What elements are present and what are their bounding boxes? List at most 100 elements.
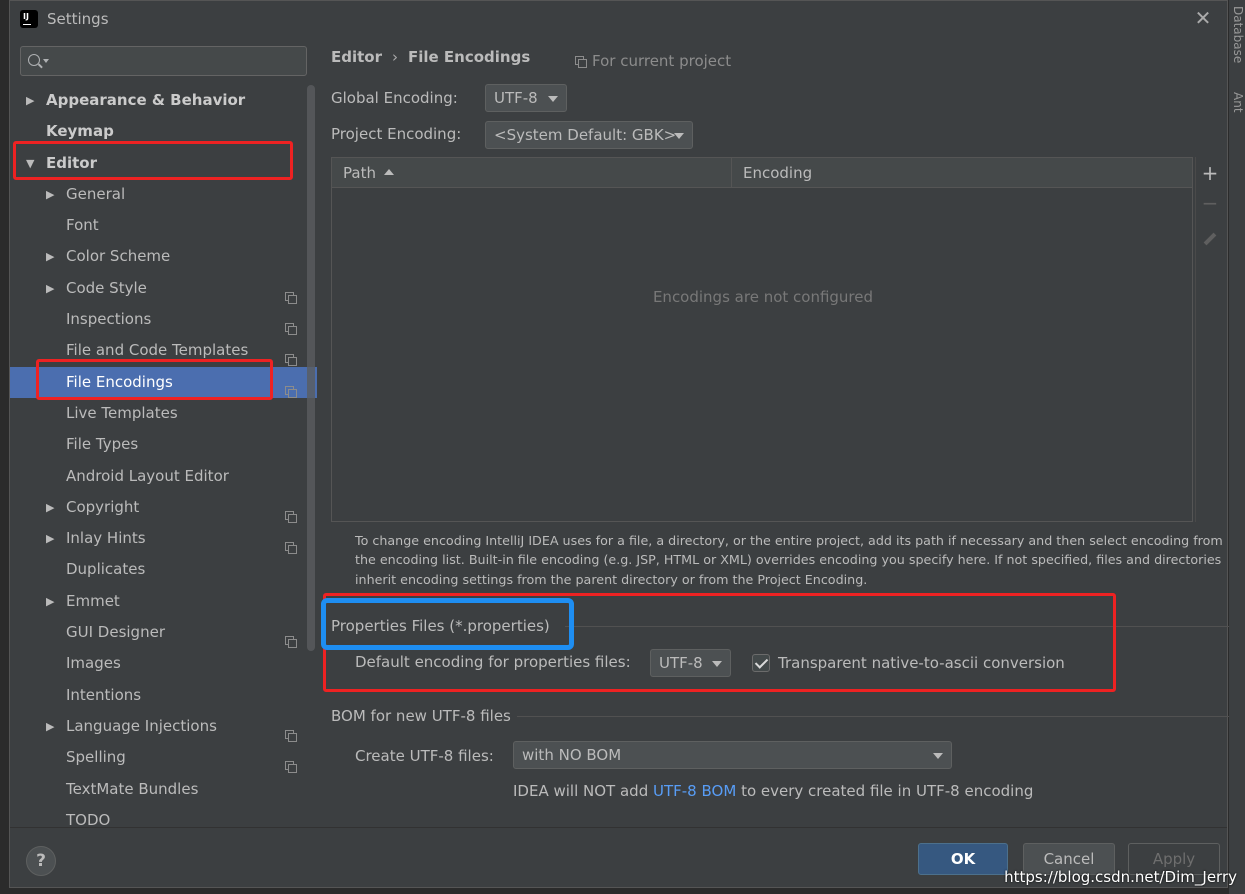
sidebar-item-label: Copyright xyxy=(66,497,140,516)
scope-note-text: For current project xyxy=(592,52,732,70)
sidebar-item-label: File and Code Templates xyxy=(66,341,249,360)
section-divider xyxy=(565,626,1229,627)
project-scope-icon xyxy=(285,314,297,336)
remove-icon[interactable]: − xyxy=(1198,191,1222,215)
project-encoding-select[interactable]: <System Default: GBK> xyxy=(485,121,693,149)
sidebar-item-general[interactable]: ▶ General xyxy=(10,179,317,210)
edit-pencil-icon[interactable] xyxy=(1198,225,1222,249)
sidebar-item-duplicates[interactable]: Duplicates xyxy=(10,554,317,585)
chevron-down-icon xyxy=(548,96,558,102)
close-icon[interactable]: ✕ xyxy=(1193,7,1213,29)
project-scope-icon xyxy=(285,345,297,367)
sidebar-item-file-types[interactable]: File Types xyxy=(10,429,317,460)
global-encoding-label: Global Encoding: xyxy=(331,89,458,107)
chevron-right-icon[interactable]: ▶ xyxy=(46,179,60,210)
column-header-path[interactable]: Path xyxy=(332,158,732,188)
help-button[interactable]: ? xyxy=(26,846,56,876)
bom-note-suffix: to every created file in UTF-8 encoding xyxy=(741,782,1034,800)
add-icon[interactable]: + xyxy=(1198,161,1222,185)
chevron-right-icon[interactable]: ▶ xyxy=(46,711,60,742)
sidebar-item-inlay-hints[interactable]: ▶ Inlay Hints xyxy=(10,523,317,555)
sidebar-item-language-injections[interactable]: ▶ Language Injections xyxy=(10,711,317,742)
sidebar-item-label: Intentions xyxy=(66,685,142,704)
sidebar-item-intentions[interactable]: Intentions xyxy=(10,680,317,711)
sidebar-item-label: File Encodings xyxy=(66,372,173,391)
sidebar-scrollbar[interactable] xyxy=(307,85,315,651)
properties-section-title: Properties Files (*.properties) xyxy=(331,617,550,635)
properties-encoding-value: UTF-8 xyxy=(659,654,703,672)
chevron-right-icon[interactable]: ▶ xyxy=(46,273,60,304)
sidebar-item-label: Spelling xyxy=(66,748,126,767)
bom-create-select[interactable]: with NO BOM xyxy=(513,741,952,769)
table-empty-text: Encodings are not configured xyxy=(652,288,874,306)
sidebar-item-editor[interactable]: ▼ Editor xyxy=(10,148,317,179)
sidebar-item-file-encodings[interactable]: File Encodings xyxy=(10,366,317,398)
sidebar-item-label: TextMate Bundles xyxy=(66,779,199,798)
database-tool-tab[interactable]: Database xyxy=(1231,6,1245,63)
ide-tool-strip: Database Ant xyxy=(1228,0,1245,894)
search-history-caret-icon[interactable] xyxy=(43,59,49,63)
breadcrumb-current: File Encodings xyxy=(408,48,531,66)
chevron-down-icon xyxy=(712,661,722,667)
sidebar-item-images[interactable]: Images xyxy=(10,648,317,679)
sidebar-item-code-style[interactable]: ▶ Code Style xyxy=(10,273,317,304)
ant-tool-tab[interactable]: Ant xyxy=(1231,92,1245,113)
window-title: Settings xyxy=(47,10,109,28)
sidebar-item-keymap[interactable]: Keymap xyxy=(10,116,317,147)
sort-ascending-icon xyxy=(383,169,394,175)
chevron-down-icon[interactable]: ▼ xyxy=(26,148,40,179)
title-bar: IJ Settings ✕ xyxy=(10,1,1227,37)
sidebar-item-color-scheme[interactable]: ▶ Color Scheme xyxy=(10,241,317,272)
encodings-table[interactable]: Path Encoding Encodings are not configur… xyxy=(331,157,1193,522)
sidebar-item-live-templates[interactable]: Live Templates xyxy=(10,398,317,429)
native-to-ascii-checkbox[interactable] xyxy=(752,654,770,672)
sidebar-item-label: Color Scheme xyxy=(66,247,171,266)
sidebar-item-label: Emmet xyxy=(66,591,120,610)
bom-create-value: with NO BOM xyxy=(522,746,622,764)
sidebar-item-label: Editor xyxy=(46,153,97,172)
chevron-right-icon[interactable]: ▶ xyxy=(26,85,40,116)
sidebar-item-copyright[interactable]: ▶ Copyright xyxy=(10,492,317,523)
section-divider xyxy=(517,716,1229,717)
sidebar-item-textmate-bundles[interactable]: TextMate Bundles xyxy=(10,774,317,805)
native-to-ascii-label[interactable]: Transparent native-to-ascii conversion xyxy=(778,654,1065,672)
ide-background-left xyxy=(0,0,9,894)
sidebar-item-label: Duplicates xyxy=(66,560,146,579)
sidebar-item-label: Live Templates xyxy=(66,403,178,422)
properties-encoding-select[interactable]: UTF-8 xyxy=(650,649,731,677)
sidebar-item-appearance-behavior[interactable]: ▶ Appearance & Behavior xyxy=(10,85,317,116)
project-scope-icon xyxy=(285,752,297,774)
chevron-down-icon xyxy=(933,753,943,759)
sidebar-item-android-layout-editor[interactable]: Android Layout Editor xyxy=(10,461,317,492)
chevron-down-icon xyxy=(674,133,684,139)
chevron-right-icon[interactable]: ▶ xyxy=(46,523,60,554)
project-scope-icon xyxy=(285,283,297,304)
column-header-encoding[interactable]: Encoding xyxy=(732,158,1194,188)
chevron-right-icon[interactable]: ▶ xyxy=(46,241,60,272)
chevron-right-icon[interactable]: ▶ xyxy=(46,492,60,523)
chevron-right-icon[interactable]: ▶ xyxy=(46,586,60,617)
ok-button[interactable]: OK xyxy=(918,843,1008,875)
sidebar-item-gui-designer[interactable]: GUI Designer xyxy=(10,617,317,649)
bom-section-title: BOM for new UTF-8 files xyxy=(331,707,511,725)
settings-dialog: IJ Settings ✕ ▶ Appearance & Behavior Keym… xyxy=(9,0,1229,888)
sidebar-item-label: Inspections xyxy=(66,310,152,329)
sidebar-item-label: GUI Designer xyxy=(66,623,165,642)
project-scope-icon xyxy=(285,502,297,523)
sidebar-item-emmet[interactable]: ▶ Emmet xyxy=(10,586,317,617)
sidebar-item-inspections[interactable]: Inspections xyxy=(10,304,317,336)
project-encoding-value: <System Default: GBK> xyxy=(494,126,677,144)
global-encoding-select[interactable]: UTF-8 xyxy=(485,84,567,112)
column-header-path-label: Path xyxy=(343,164,376,182)
settings-search[interactable] xyxy=(20,46,307,76)
breadcrumb-parent[interactable]: Editor xyxy=(331,48,382,66)
sidebar-item-file-and-code-templates[interactable]: File and Code Templates xyxy=(10,335,317,367)
sidebar-item-todo[interactable]: TODO xyxy=(10,805,317,827)
sidebar-item-spelling[interactable]: Spelling xyxy=(10,742,317,774)
sidebar-item-label: Keymap xyxy=(46,122,114,141)
sidebar-item-label: Appearance & Behavior xyxy=(46,91,246,109)
search-input[interactable] xyxy=(51,51,301,71)
sidebar-item-label: Font xyxy=(66,216,99,235)
sidebar-item-font[interactable]: Font xyxy=(10,210,317,241)
utf8-bom-link[interactable]: UTF-8 BOM xyxy=(653,782,736,800)
